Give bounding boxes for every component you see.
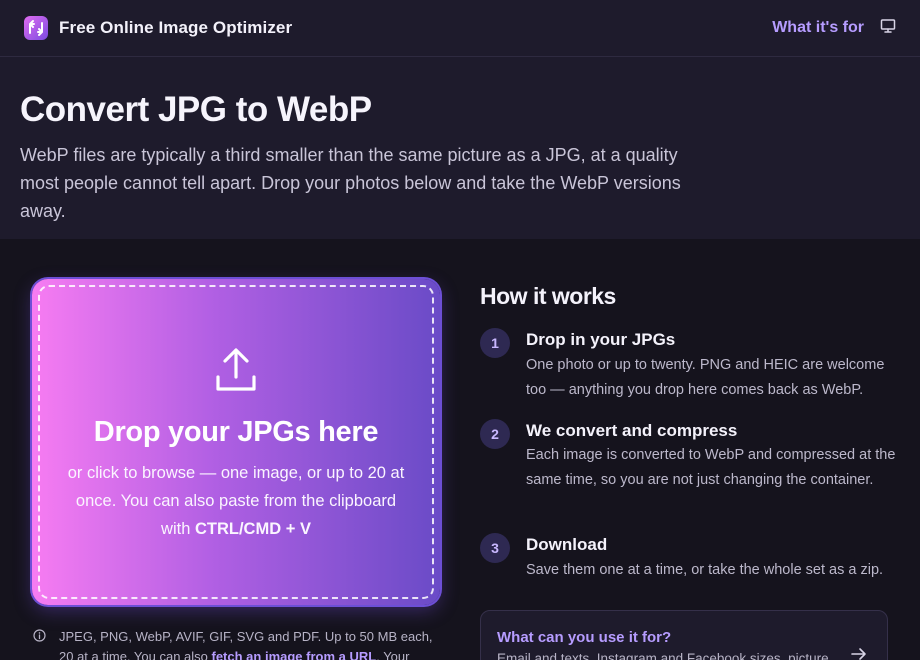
uses-card[interactable]: What can you use it for? Email and texts… (480, 610, 888, 660)
fetch-url-link[interactable]: fetch an image from a URL (212, 649, 377, 660)
nav-link-what-its-for[interactable]: What it's for (772, 19, 864, 37)
monitor-icon[interactable] (880, 18, 896, 34)
step-description-2: Each image is converted to WebP and comp… (526, 447, 896, 488)
info-text-suffix: . Your (376, 649, 410, 660)
file-dropzone[interactable]: Drop your JPGs here or click to browse —… (32, 279, 440, 605)
top-bar: Free Online Image Optimizer What it's fo… (0, 0, 920, 57)
step-title-1: Drop in your JPGs (526, 330, 676, 349)
step-number-3: 3 (480, 533, 510, 563)
brand-name[interactable]: Free Online Image Optimizer (59, 18, 292, 38)
step-number-2: 2 (480, 419, 510, 449)
step-title-3: Download (526, 535, 608, 554)
page-description: WebP files are typically a third smaller… (20, 145, 681, 221)
hero-section: Convert JPG to WebP WebP files are typic… (0, 57, 920, 239)
how-it-works-heading: How it works (480, 283, 616, 309)
step-title-2: We convert and compress (526, 421, 738, 440)
page-title: Convert JPG to WebP (20, 90, 372, 129)
uses-card-title: What can you use it for? (497, 629, 672, 646)
step-number-1: 1 (480, 328, 510, 358)
keyboard-shortcut: CTRL/CMD + V (194, 520, 311, 538)
arrow-right-icon (851, 648, 866, 660)
step-description-3: Save them one at a time, or take the who… (526, 562, 884, 578)
app-logo-icon[interactable] (23, 15, 49, 41)
step-description-1: One photo or up to twenty. PNG and HEIC … (526, 357, 885, 398)
info-text: JPEG, PNG, WebP, AVIF, GIF, SVG and PDF.… (59, 627, 444, 660)
dropzone-subtitle: or click to browse — one image, or up to… (62, 459, 410, 543)
upload-icon (216, 348, 256, 391)
info-icon (33, 629, 46, 642)
uses-card-description: Email and texts, Instagram and Facebook … (497, 651, 829, 660)
dropzone-title: Drop your JPGs here (93, 416, 379, 448)
